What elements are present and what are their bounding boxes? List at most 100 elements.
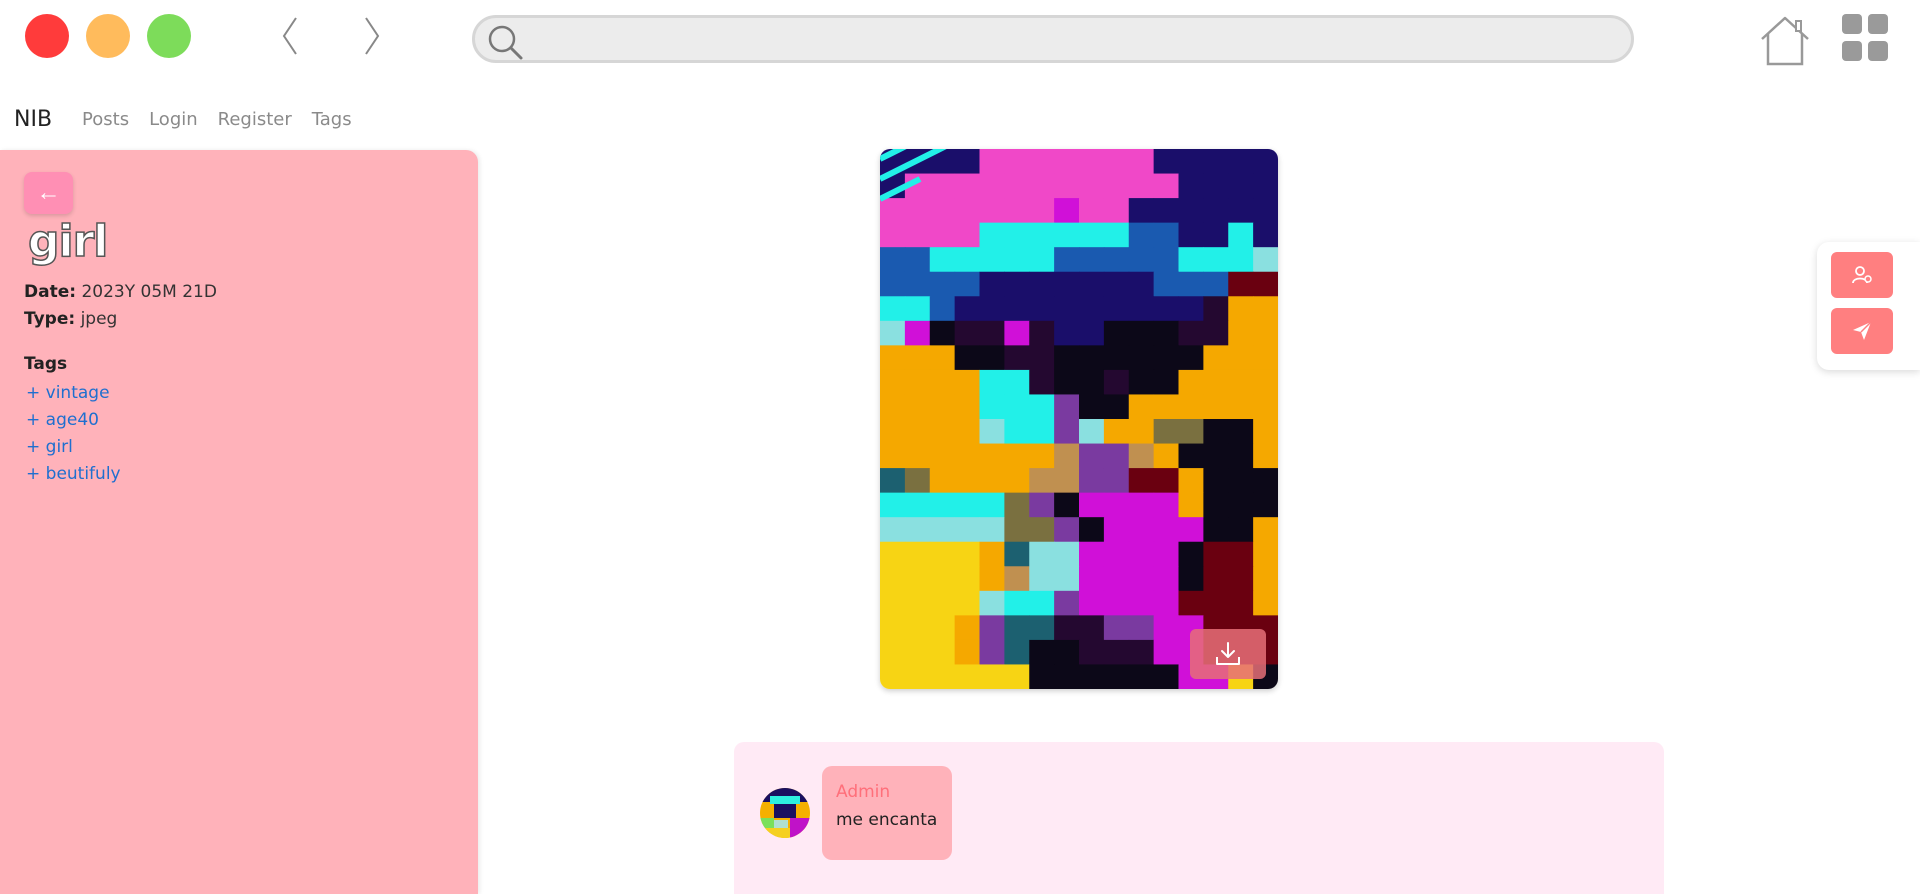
post-title: girl <box>27 215 109 268</box>
pixel-block <box>1203 590 1229 616</box>
pixel-block <box>1178 173 1204 199</box>
pixel-block <box>1153 271 1180 297</box>
pixel-block <box>1128 590 1155 616</box>
pixel-block <box>904 369 931 395</box>
pixel-block <box>1253 443 1278 469</box>
pixel-block <box>979 541 1005 567</box>
comment-author[interactable]: Admin <box>836 782 890 802</box>
pixel-block <box>1153 566 1180 592</box>
pixel-block <box>1128 639 1155 665</box>
pixel-block <box>1004 664 1030 689</box>
pixel-block <box>1153 590 1180 616</box>
post-image[interactable] <box>880 149 1278 689</box>
address-input[interactable] <box>535 24 1615 56</box>
pixel-block <box>1054 468 1080 494</box>
pixel-block <box>1153 296 1180 322</box>
pixel-block <box>1079 541 1105 567</box>
pixel-block <box>1228 492 1254 518</box>
pixel-block <box>954 639 981 665</box>
pixel-block <box>1228 271 1254 297</box>
site-brand[interactable]: NIB <box>14 107 52 132</box>
pixel-block <box>1153 615 1180 641</box>
pixel-block <box>1253 320 1278 346</box>
back-arrow-button[interactable]: ← <box>24 172 73 214</box>
pixel-block <box>1203 149 1229 175</box>
send-button[interactable] <box>1831 308 1893 354</box>
pixel-block <box>1103 492 1130 518</box>
pixel-block <box>1029 419 1055 445</box>
pixel-block <box>1004 173 1030 199</box>
pixel-block <box>979 443 1005 469</box>
pixel-block <box>1103 443 1130 469</box>
pixel-block <box>1153 222 1180 248</box>
pixel-block <box>954 468 981 494</box>
pixel-block <box>929 271 956 297</box>
pixel-block <box>929 222 956 248</box>
nav-link-posts[interactable]: Posts <box>82 109 129 130</box>
pixel-block <box>1228 541 1254 567</box>
tag-link-vintage[interactable]: + vintage <box>26 380 121 407</box>
pixel-block <box>1029 271 1055 297</box>
pixel-block <box>904 198 931 224</box>
pixel-block <box>1004 345 1030 371</box>
pixel-block <box>1128 320 1155 346</box>
pixel-block <box>1029 468 1055 494</box>
pixel-block <box>880 443 906 469</box>
window-maximize-button[interactable] <box>147 14 191 58</box>
pixel-block <box>929 369 956 395</box>
pixel-block <box>1153 198 1180 224</box>
pixel-block <box>979 198 1005 224</box>
pixel-block <box>1054 590 1080 616</box>
window-minimize-button[interactable] <box>86 14 130 58</box>
home-button[interactable] <box>1758 15 1812 67</box>
window-close-button[interactable] <box>25 14 69 58</box>
pixel-block <box>880 369 906 395</box>
pixel-block <box>1253 541 1278 567</box>
pixel-block <box>1054 443 1080 469</box>
pixel-block <box>1079 639 1105 665</box>
pixel-block <box>979 271 1005 297</box>
pixel-block <box>1004 590 1030 616</box>
pixel-block <box>880 394 906 420</box>
pixel-block <box>880 247 906 273</box>
pixel-block <box>904 590 931 616</box>
pixel-block <box>1253 566 1278 592</box>
tag-link-age40[interactable]: + age40 <box>26 407 121 434</box>
tag-link-beutifuly[interactable]: + beutifuly <box>26 461 121 488</box>
pixel-block <box>1079 468 1105 494</box>
pixel-block <box>1004 517 1030 543</box>
address-bar[interactable] <box>472 15 1634 63</box>
pixel-block <box>1228 394 1254 420</box>
tag-link-girl[interactable]: + girl <box>26 434 121 461</box>
pixel-block <box>880 639 906 665</box>
pixel-block <box>954 149 981 175</box>
pixel-block <box>1153 443 1180 469</box>
pixel-block <box>1203 541 1229 567</box>
nav-link-register[interactable]: Register <box>218 109 292 130</box>
pixel-block <box>1029 639 1055 665</box>
user-settings-button[interactable] <box>1831 252 1893 298</box>
pixel-block <box>1178 345 1204 371</box>
nav-link-login[interactable]: Login <box>149 109 198 130</box>
download-button[interactable] <box>1190 629 1266 679</box>
pixel-block <box>1103 320 1130 346</box>
pixel-block <box>1128 443 1155 469</box>
pixel-block <box>1203 345 1229 371</box>
pixel-block <box>1054 664 1080 689</box>
pixel-block <box>929 590 956 616</box>
pixel-block <box>1253 271 1278 297</box>
pixel-block <box>1004 615 1030 641</box>
pixel-art-image <box>880 149 1278 689</box>
forward-button[interactable] <box>352 12 392 60</box>
apps-button[interactable] <box>1842 14 1890 62</box>
nav-link-tags[interactable]: Tags <box>312 109 352 130</box>
pixel-block <box>904 492 931 518</box>
chevron-left-icon <box>282 17 297 55</box>
pixel-block <box>904 419 931 445</box>
pixel-block <box>954 517 981 543</box>
pixel-block <box>1253 296 1278 322</box>
pixel-block <box>1253 517 1278 543</box>
back-button[interactable] <box>270 12 310 60</box>
pixel-block <box>1253 492 1278 518</box>
pixel-block <box>1178 149 1204 175</box>
